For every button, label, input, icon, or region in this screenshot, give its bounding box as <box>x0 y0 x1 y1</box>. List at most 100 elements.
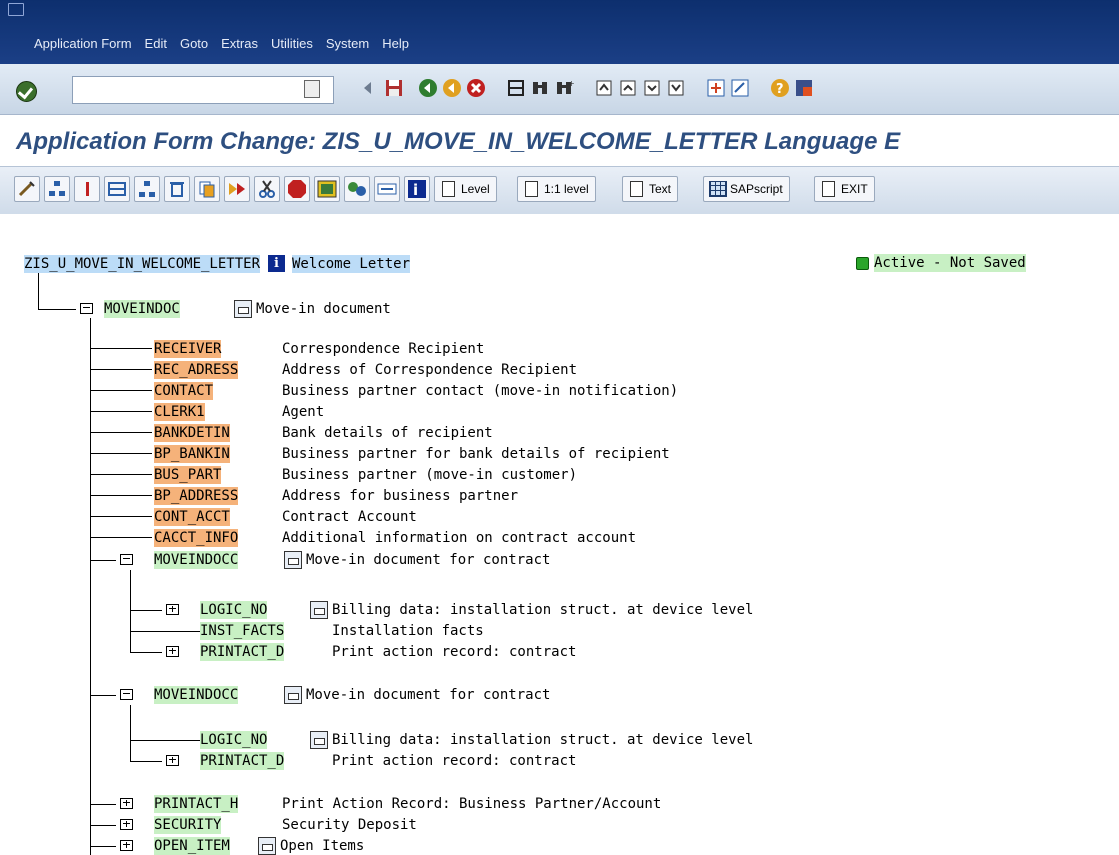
folder-closed-icon[interactable] <box>166 755 179 766</box>
sapscript-button[interactable]: SAPscript <box>703 176 790 202</box>
node-moveindocc[interactable]: MOVEINDOCC <box>154 686 239 704</box>
sapscript-button-label: SAPscript <box>730 182 783 196</box>
menu-application-form[interactable]: Application Form <box>34 36 132 51</box>
node-contact[interactable]: CONTACT <box>154 382 214 400</box>
previous-page-icon[interactable] <box>618 78 638 98</box>
back-arrow-icon[interactable] <box>358 78 378 98</box>
folder-open-icon[interactable] <box>120 554 133 565</box>
hierarchy-icon[interactable] <box>44 176 70 202</box>
menu-help[interactable]: Help <box>382 36 409 51</box>
delete-icon[interactable] <box>164 176 190 202</box>
node-clerk1[interactable]: CLERK1 <box>154 403 205 421</box>
one-to-one-level-button[interactable]: 1:1 level <box>517 176 596 202</box>
stop-icon[interactable] <box>284 176 310 202</box>
shortcut-icon[interactable] <box>730 78 750 98</box>
cut-icon[interactable] <box>254 176 280 202</box>
tree-line <box>90 318 91 855</box>
save-icon[interactable] <box>384 78 404 98</box>
node-description: Business partner (move-in customer) <box>282 467 578 483</box>
node-text-icon[interactable] <box>310 601 328 619</box>
system-menu-icon[interactable] <box>8 3 24 16</box>
folder-open-icon[interactable] <box>120 689 133 700</box>
help-icon[interactable]: ? <box>770 78 790 98</box>
node-open-item[interactable]: OPEN_ITEM <box>154 837 230 855</box>
folder-closed-icon[interactable] <box>166 604 179 615</box>
node-description: Address of Correspondence Recipient <box>282 362 578 378</box>
node-rec-adress[interactable]: REC_ADRESS <box>154 361 239 379</box>
exit-button[interactable]: EXIT <box>814 176 875 202</box>
info-icon[interactable]: i <box>268 255 285 272</box>
node-cont-acct[interactable]: CONT_ACCT <box>154 508 230 526</box>
find-icon[interactable] <box>530 78 550 98</box>
field-list-icon[interactable] <box>374 176 400 202</box>
folder-closed-icon[interactable] <box>120 840 133 851</box>
folder-open-icon[interactable] <box>80 303 93 314</box>
node-bp-address[interactable]: BP_ADDRESS <box>154 487 239 505</box>
check-icon[interactable] <box>314 176 340 202</box>
node-receiver[interactable]: RECEIVER <box>154 340 222 358</box>
node-security[interactable]: SECURITY <box>154 816 222 834</box>
node-logic-no[interactable]: LOGIC_NO <box>200 731 268 749</box>
tree-line <box>130 610 162 611</box>
tree-line <box>90 804 116 805</box>
document-icon <box>630 181 643 197</box>
menu-utilities[interactable]: Utilities <box>271 36 313 51</box>
menu-system[interactable]: System <box>326 36 369 51</box>
node-bus-part[interactable]: BUS_PART <box>154 466 222 484</box>
where-used-icon[interactable] <box>104 176 130 202</box>
menu-goto[interactable]: Goto <box>180 36 208 51</box>
menu-edit[interactable]: Edit <box>145 36 167 51</box>
text-button[interactable]: Text <box>622 176 679 202</box>
tree-line <box>90 695 116 696</box>
level-button-label: Level <box>461 182 490 196</box>
node-printact-d[interactable]: PRINTACT_D <box>200 752 285 770</box>
info-icon[interactable]: i <box>404 176 430 202</box>
tree-line <box>90 846 116 847</box>
move-icon[interactable] <box>224 176 250 202</box>
folder-closed-icon[interactable] <box>120 798 133 809</box>
display-change-icon[interactable] <box>14 176 40 202</box>
new-session-icon[interactable] <box>706 78 726 98</box>
tree-line <box>130 631 200 632</box>
node-bankdetin[interactable]: BANKDETIN <box>154 424 230 442</box>
node-moveindoc[interactable]: MOVEINDOC <box>104 300 180 318</box>
root-node-name[interactable]: ZIS_U_MOVE_IN_WELCOME_LETTER <box>24 255 261 273</box>
menu-extras[interactable]: Extras <box>221 36 258 51</box>
node-text-icon[interactable] <box>258 837 276 855</box>
node-inst-facts[interactable]: INST_FACTS <box>200 622 285 640</box>
tree-line <box>90 474 152 475</box>
level-button[interactable]: Level <box>434 176 497 202</box>
enter-check-icon[interactable] <box>16 81 37 102</box>
node-moveindocc[interactable]: MOVEINDOCC <box>154 551 239 569</box>
next-page-icon[interactable] <box>642 78 662 98</box>
exit-icon[interactable] <box>442 78 462 98</box>
first-page-icon[interactable] <box>594 78 614 98</box>
find-next-icon[interactable]: + <box>554 78 574 98</box>
copy-icon[interactable] <box>194 176 220 202</box>
node-printact-h[interactable]: PRINTACT_H <box>154 795 239 813</box>
tree-line <box>130 652 162 653</box>
print-icon[interactable] <box>506 78 526 98</box>
structure-icon[interactable] <box>134 176 160 202</box>
node-text-icon[interactable] <box>310 731 328 749</box>
transport-icon[interactable] <box>344 176 370 202</box>
folder-closed-icon[interactable] <box>120 819 133 830</box>
node-text-icon[interactable] <box>284 551 302 569</box>
command-history-button[interactable] <box>304 80 320 98</box>
node-text-icon[interactable] <box>284 686 302 704</box>
command-field[interactable] <box>72 76 334 104</box>
node-bp-bankin[interactable]: BP_BANKIN <box>154 445 230 463</box>
activate-icon[interactable] <box>74 176 100 202</box>
tree-line <box>90 369 152 370</box>
tree-line <box>130 705 131 761</box>
last-page-icon[interactable] <box>666 78 686 98</box>
node-logic-no[interactable]: LOGIC_NO <box>200 601 268 619</box>
customize-layout-icon[interactable] <box>794 78 814 98</box>
node-description: Print action record: contract <box>332 644 577 660</box>
node-cacct-info[interactable]: CACCT_INFO <box>154 529 239 547</box>
back-icon[interactable] <box>418 78 438 98</box>
folder-closed-icon[interactable] <box>166 646 179 657</box>
node-text-icon[interactable] <box>234 300 252 318</box>
node-printact-d[interactable]: PRINTACT_D <box>200 643 285 661</box>
cancel-icon[interactable] <box>466 78 486 98</box>
